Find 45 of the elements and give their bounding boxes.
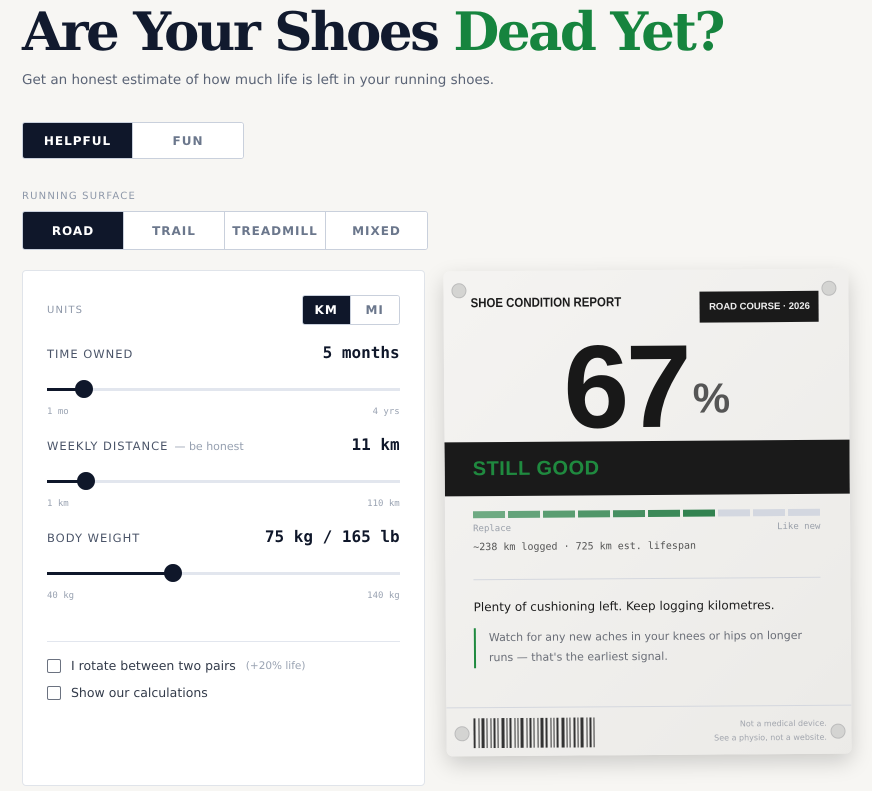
checkbox[interactable] [47,658,61,672]
percent-value: 67 [562,336,689,438]
range-min: 1 km [47,499,69,509]
disclaimer-text: See a physio, not a website. [714,732,827,745]
range-max: 110 km [367,499,400,509]
unit-toggle[interactable]: KM [302,296,351,324]
slider-thumb[interactable] [74,380,93,398]
range-min: 40 kg [47,591,74,601]
meter-min-label: Replace [472,524,511,534]
barcode-icon [473,717,598,748]
rivet-icon [821,280,836,296]
summary-text: Plenty of cushioning left. Keep logging kilometres. [473,598,776,614]
rivet-icon [451,283,466,298]
tip-quote: Watch for any new aches in your knees or hips on longer runs — that's the earliest signal. [473,626,822,668]
percent-sign: % [692,374,730,423]
rivet-icon [454,726,470,741]
slider-value: 11 km [352,435,400,454]
course-tag: ROAD COURSE · 2026 [700,290,819,323]
slider-label: BODY WEIGHT [47,531,140,545]
verdict-text: STILL GOOD [472,456,600,481]
rivet-icon [830,723,846,738]
section-label: RUNNING SURFACE [22,191,138,202]
report-title: SHOE CONDITION REPORT [470,294,621,310]
checkbox-label[interactable]: Show our calculations [71,685,208,700]
surface-tab[interactable]: ROAD [23,212,124,249]
range-max: 4 yrs [372,407,400,417]
distance-summary: ~238 km logged · 725 km est. lifespan [472,540,697,554]
range-max: 140 kg [367,591,400,601]
slider-thumb[interactable] [77,472,96,490]
units-label: UNITS [47,304,84,316]
slider-value: 75 kg / 165 lb [264,527,400,546]
disclaimer-text: Not a medical device. [740,718,827,730]
mode-tab[interactable]: HELPFUL [23,123,133,158]
slider-note: — be honest [174,440,244,453]
slider-label: WEEKLY DISTANCE [47,439,168,453]
slider-value: 5 months [322,343,400,362]
meter-max-label: Like new [776,522,820,532]
slider-thumb[interactable] [164,564,182,582]
slider-label: TIME OWNED [47,347,134,361]
page-title: Are Your Shoes Dead Yet? [22,0,724,62]
range-min: 1 mo [47,407,69,417]
checkbox-label[interactable]: I rotate between two pairs [71,658,236,673]
checkbox[interactable] [47,686,61,700]
checkbox-note: (+20% life) [246,660,306,672]
subtitle: Get an honest estimate of how much life is left in your running shoes. [22,72,496,88]
